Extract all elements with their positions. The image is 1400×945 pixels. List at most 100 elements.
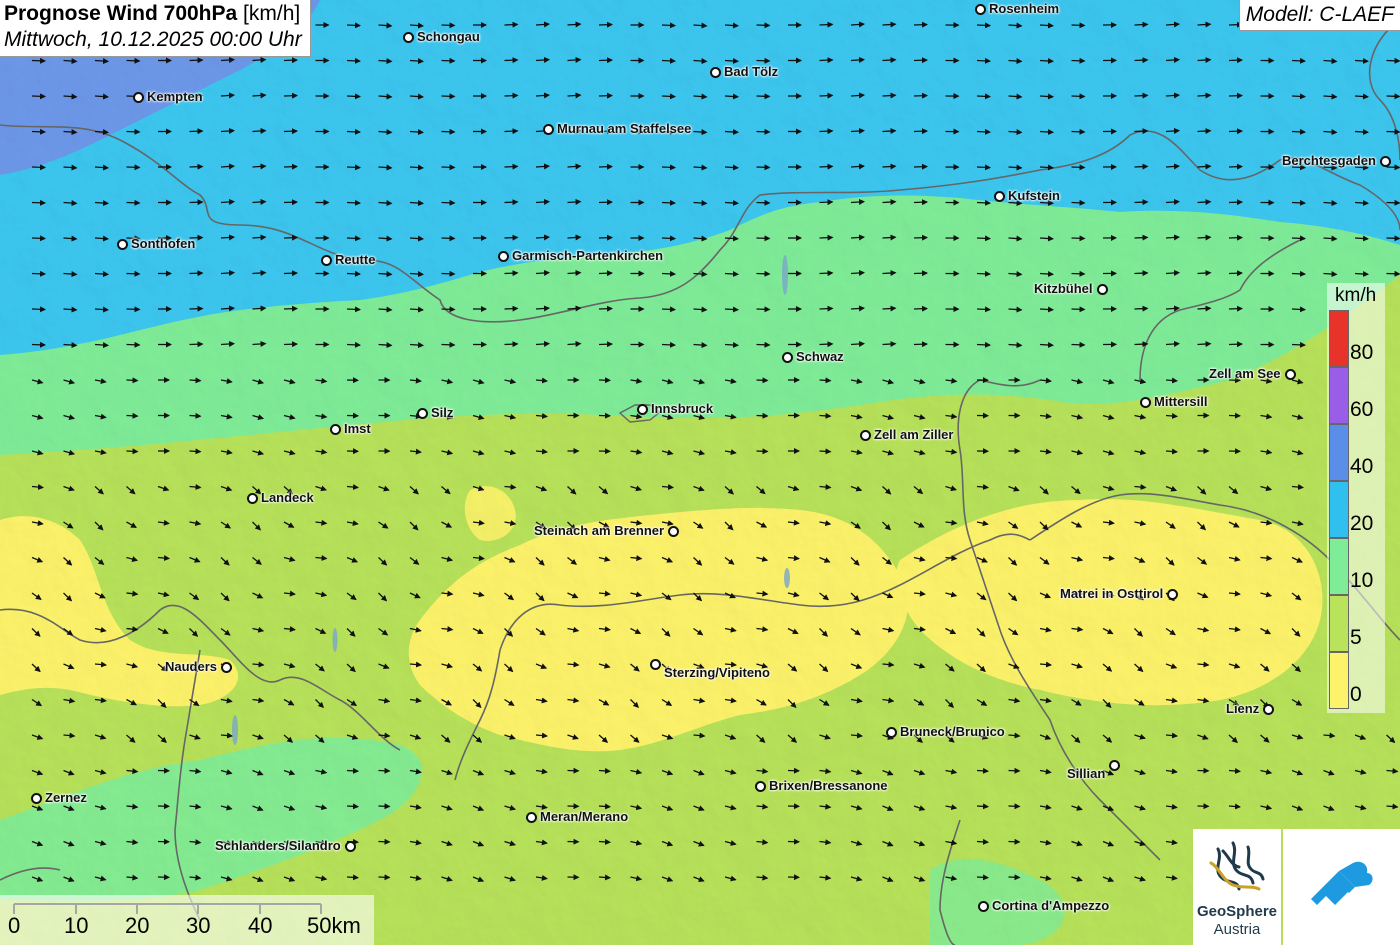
wind-arrow	[1323, 235, 1338, 242]
wind-arrow	[346, 235, 361, 242]
wind-arrow	[850, 163, 865, 170]
wind-arrow	[346, 128, 361, 135]
wind-arrow	[1291, 93, 1306, 100]
wind-arrow	[1197, 341, 1212, 348]
wind-arrow	[819, 270, 834, 277]
wind-arrow	[850, 127, 865, 134]
wind-arrow	[1165, 163, 1180, 170]
wind-arrow	[504, 57, 519, 64]
wind-map	[0, 0, 1400, 945]
wind-arrow	[504, 163, 519, 170]
wind-arrow	[693, 129, 708, 136]
wind-arrow	[913, 92, 928, 99]
wind-arrow	[819, 234, 834, 241]
wind-arrow	[378, 271, 393, 278]
wind-arrow	[283, 341, 298, 348]
scale-label: 40	[248, 913, 273, 938]
wind-arrow	[441, 270, 456, 277]
geosphere-swirl-icon	[1209, 841, 1265, 891]
wind-arrow	[63, 164, 78, 171]
wind-arrow	[1165, 448, 1178, 455]
city-dot	[710, 67, 721, 78]
logos: GeoSphere Austria	[1193, 829, 1400, 945]
city-label: Kempten	[147, 89, 203, 104]
city-dot	[543, 124, 554, 135]
city-label: Steinach am Brenner	[534, 523, 665, 538]
wind-arrow	[819, 128, 834, 135]
wind-arrow	[756, 412, 769, 419]
city-dot	[637, 404, 648, 415]
wind-arrow	[252, 305, 267, 312]
wind-arrow	[724, 199, 739, 206]
wind-arrow	[882, 57, 897, 64]
wind-arrow	[567, 340, 582, 347]
wind-arrow	[724, 270, 739, 277]
wind-arrow	[598, 270, 613, 277]
wind-arrow	[567, 56, 582, 63]
city-label: Berchtesgaden	[1282, 153, 1376, 168]
wind-arrow	[220, 92, 235, 99]
wind-arrow	[882, 128, 897, 135]
wind-arrow	[1386, 93, 1400, 100]
wind-arrow	[1228, 128, 1243, 135]
wind-arrow	[756, 377, 769, 384]
wind-arrow	[1354, 235, 1369, 242]
wind-arrow	[1134, 270, 1149, 277]
wind-arrow	[31, 270, 46, 277]
wind-arrow	[1039, 341, 1054, 348]
wind-arrow	[1228, 270, 1243, 277]
wind-arrow	[882, 234, 897, 241]
wind-arrow	[1228, 305, 1243, 312]
wind-arrow	[756, 270, 771, 277]
city-label: Lienz	[1226, 701, 1260, 716]
wind-arrow	[1008, 271, 1023, 278]
wind-arrow	[976, 874, 989, 881]
wind-arrow	[598, 305, 613, 312]
city-dot	[526, 812, 537, 823]
wind-arrow	[724, 164, 739, 171]
city-label: Meran/Merano	[540, 809, 629, 824]
wind-arrow	[1386, 235, 1400, 242]
wind-arrow	[913, 21, 928, 28]
geosphere-logo[interactable]: GeoSphere Austria	[1193, 829, 1281, 945]
wind-arrow	[283, 270, 298, 277]
wind-arrow	[346, 22, 361, 29]
wind-arrow	[189, 163, 204, 170]
wind-arrow	[1323, 58, 1338, 65]
legend-swatch	[1329, 652, 1349, 709]
wind-arrow	[1008, 803, 1021, 810]
weather-app-logo[interactable]	[1283, 829, 1400, 945]
wind-arrow	[126, 341, 141, 348]
wind-arrow	[1386, 199, 1400, 206]
wind-arrow	[409, 200, 424, 207]
wind-arrow	[1071, 128, 1086, 135]
wind-arrow	[1008, 129, 1023, 136]
wind-arrow	[724, 306, 739, 313]
wind-arrow	[1228, 234, 1243, 241]
wind-arrow	[598, 838, 611, 845]
wind-arrow	[126, 57, 141, 64]
wind-arrow	[693, 342, 708, 349]
wind-arrow	[1071, 306, 1086, 313]
wind-arrow	[1228, 57, 1243, 64]
wind-arrow	[724, 341, 739, 348]
scale-label: 0	[8, 913, 21, 938]
city-label: Schongau	[417, 29, 480, 44]
wind-arrow	[1291, 57, 1306, 64]
city-dot	[330, 424, 341, 435]
wind-arrow	[882, 341, 897, 348]
wind-arrow	[1134, 57, 1149, 64]
wind-arrow	[220, 340, 235, 347]
city-dot	[860, 430, 871, 441]
wind-arrow	[346, 306, 361, 313]
wind-arrow	[126, 306, 141, 313]
wind-arrow	[1008, 342, 1023, 349]
wind-arrow	[1197, 163, 1212, 170]
city-label: Schwaz	[796, 349, 844, 364]
legend-label: 10	[1350, 569, 1374, 592]
wind-arrow	[913, 234, 928, 241]
legend-label: 40	[1350, 455, 1374, 478]
city-dot	[1097, 284, 1108, 295]
wind-arrow	[661, 22, 676, 29]
legend-swatch	[1329, 595, 1349, 652]
